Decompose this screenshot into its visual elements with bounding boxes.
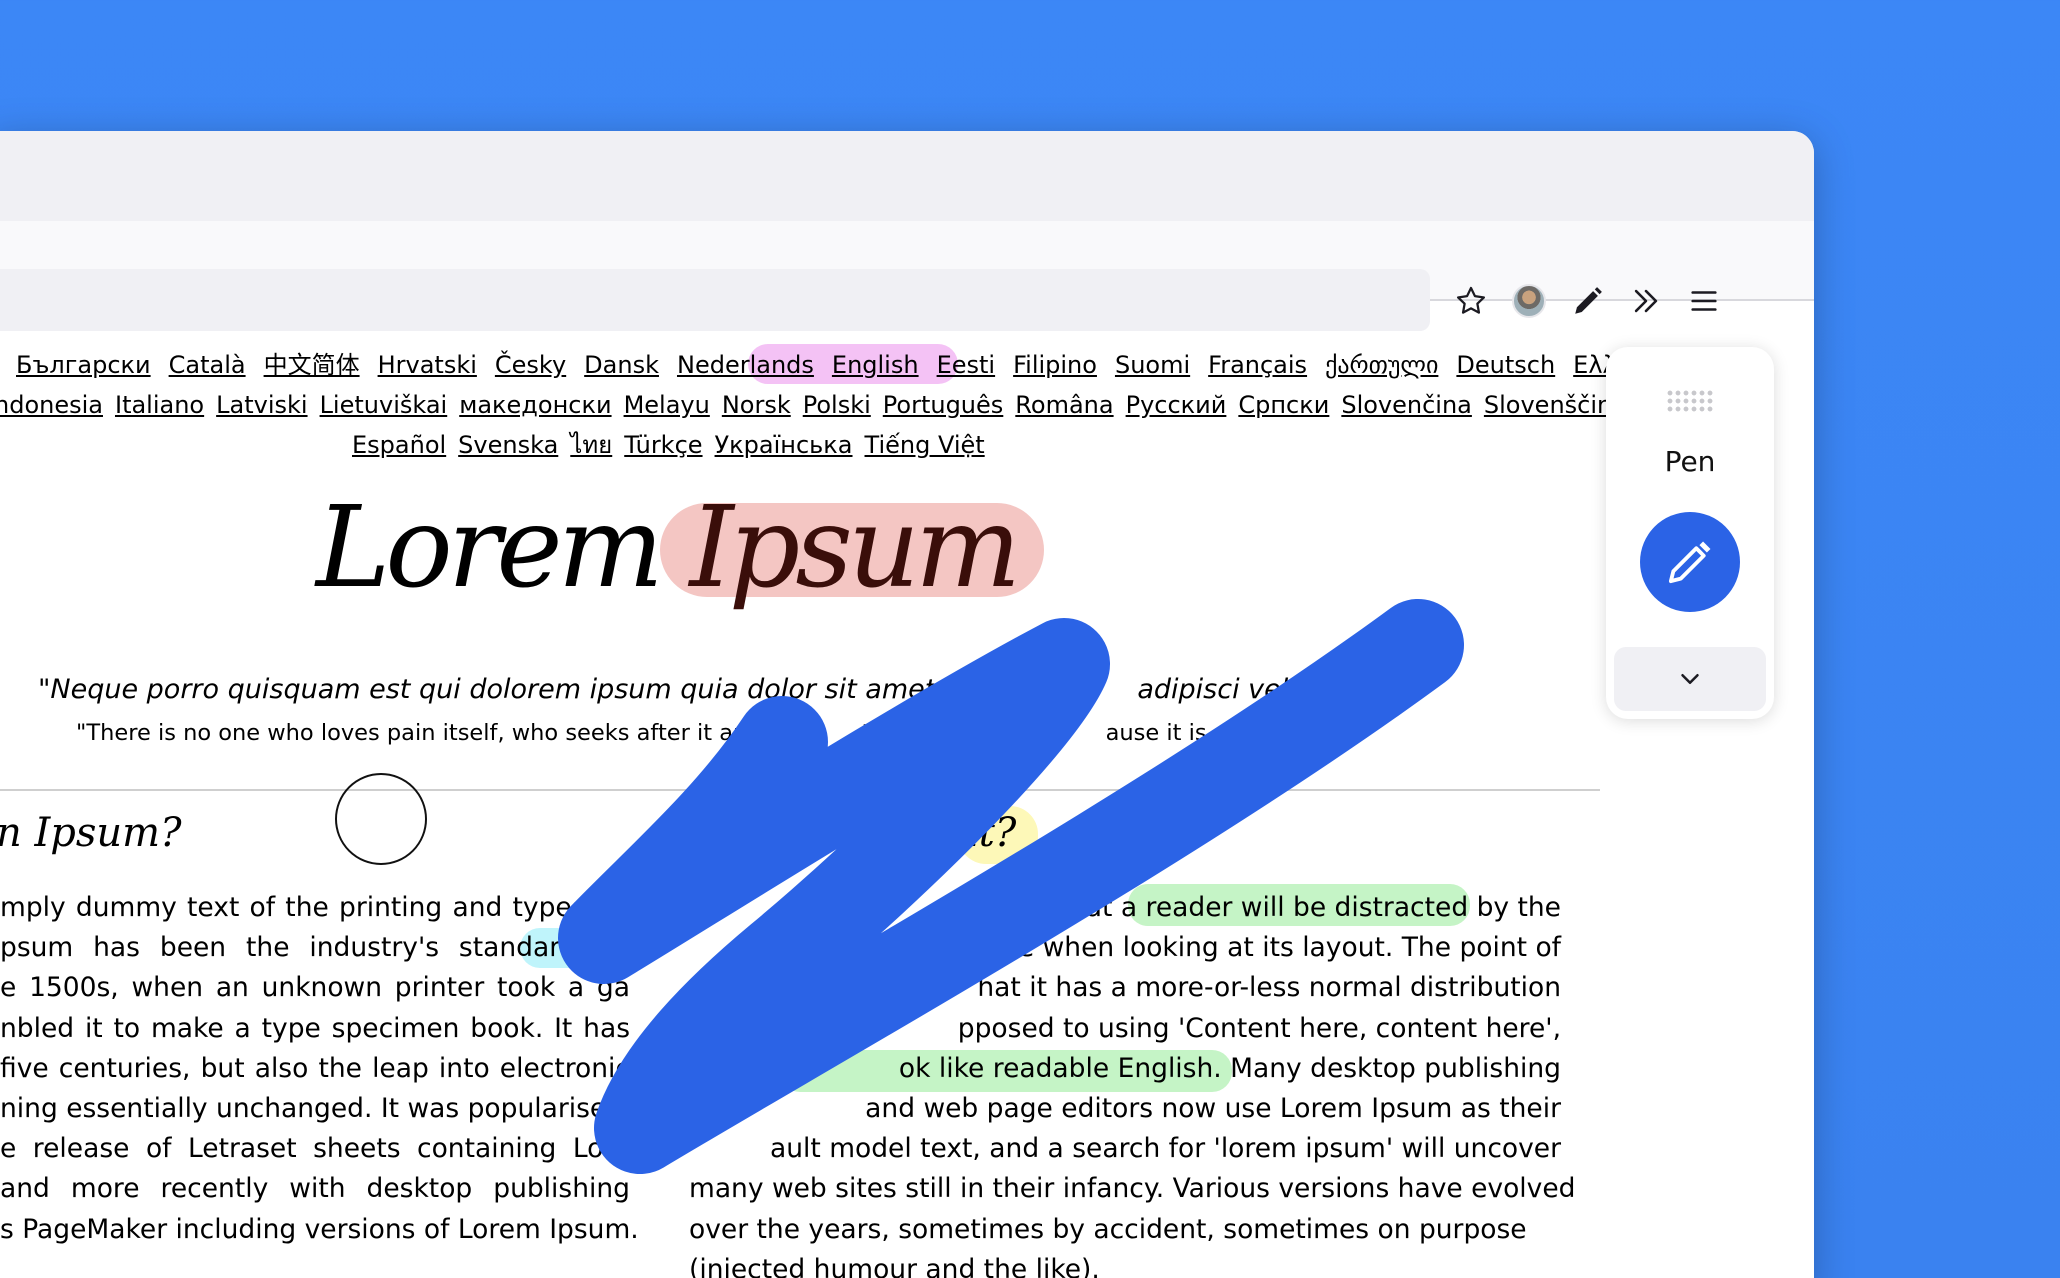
language-link[interactable]: Tiếng Việt <box>865 431 985 459</box>
account-avatar[interactable] <box>1501 273 1557 329</box>
language-link[interactable]: Dansk <box>584 351 659 379</box>
paragraph-line: many web sites still in their infancy. V… <box>689 1169 1575 1209</box>
language-link[interactable]: ქართული <box>1325 351 1438 379</box>
language-link[interactable]: Deutsch <box>1456 351 1555 379</box>
right-column-text: at a reader will be distracted by the e w… <box>689 888 1575 1278</box>
language-link[interactable]: Norsk <box>722 391 791 419</box>
language-link[interactable]: македонски <box>459 391 611 419</box>
paragraph-line: pposed to using 'Content here, content h… <box>689 1009 1561 1049</box>
tab-strip[interactable] <box>0 131 1814 221</box>
bookmark-star-icon[interactable] <box>1443 273 1499 329</box>
paragraph-line: mply dummy text of the printing and type… <box>0 892 630 923</box>
paragraph-line: over the years, sometimes by accident, s… <box>689 1210 1561 1250</box>
line-prefix: us <box>689 972 720 1004</box>
language-link[interactable]: Türkçe <box>624 431 702 459</box>
language-link[interactable]: Svenska <box>458 431 558 459</box>
paragraph-line: (injected humour and the like). <box>689 1250 1561 1278</box>
line-text: ault model text, and a search for 'lorem… <box>769 1133 1561 1165</box>
language-link[interactable]: Français <box>1208 351 1307 379</box>
paragraph-line: five centuries, but also the leap into e… <box>0 1052 630 1084</box>
section-divider <box>0 789 1600 791</box>
paragraph-line: s PageMaker including versions of Lorem … <box>0 1213 639 1245</box>
language-link[interactable]: Български <box>16 351 151 379</box>
language-link[interactable]: Česky <box>495 351 566 379</box>
avatar <box>1512 284 1546 318</box>
line-text: at a reader will be distracted by the <box>1085 892 1561 923</box>
paragraph-line: e release of Letraset sheets containing … <box>0 1133 630 1165</box>
line-text: ok like readable English. Many desktop p… <box>898 1052 1561 1084</box>
language-link[interactable]: Româna <box>1015 391 1113 419</box>
left-column-text: mply dummy text of the printing and type… <box>0 888 639 1250</box>
language-link[interactable]: Eesti <box>937 351 996 379</box>
line-text: pposed to using 'Content here, content h… <box>957 1012 1561 1044</box>
drag-handle-icon[interactable] <box>1666 389 1714 413</box>
paragraph-line: ault model text, and a search for 'lorem… <box>689 1129 1561 1169</box>
line-prefix: s <box>689 1093 703 1125</box>
language-link[interactable]: Русский <box>1126 391 1227 419</box>
language-link[interactable]: Italiano <box>115 391 204 419</box>
pen-label: Pen <box>1664 445 1716 478</box>
quote-latin: "Neque porro quisquam est qui dolorem ip… <box>38 674 1307 705</box>
paragraph-line: e when looking at its layout. The point … <box>689 928 1561 968</box>
language-link[interactable]: Filipino <box>1013 351 1097 379</box>
line-text: e when looking at its layout. The point … <box>1017 932 1561 964</box>
language-link[interactable]: Hrvatski <box>378 351 477 379</box>
language-link[interactable]: Español <box>352 431 446 459</box>
line-text: and web page editors now use Lorem Ipsum… <box>865 1093 1561 1125</box>
language-link[interactable]: Nederlands <box>677 351 814 379</box>
language-link[interactable]: Српски <box>1238 391 1329 419</box>
hamburger-menu-icon[interactable] <box>1676 273 1732 329</box>
language-link[interactable]: ndonesia <box>0 391 103 419</box>
language-link[interactable]: Latviski <box>216 391 307 419</box>
title-ipsum: Ipsum <box>689 483 1021 613</box>
paragraph-line: nbled it to make a type specimen book. I… <box>0 1012 630 1044</box>
line-text: many web sites still in their infancy. V… <box>689 1173 1576 1205</box>
pen-icon[interactable] <box>1560 273 1616 329</box>
language-link[interactable]: Melayu <box>624 391 710 419</box>
title-lorem: Lorem <box>316 483 664 613</box>
language-link[interactable]: Português <box>883 391 1004 419</box>
line-text: over the years, sometimes by accident, s… <box>689 1213 1527 1245</box>
paragraph-line: psum has been the industry's standard du <box>0 932 630 964</box>
language-link[interactable]: Català <box>169 351 246 379</box>
pencil-icon <box>1668 541 1711 584</box>
language-link[interactable]: English <box>832 351 919 379</box>
line-text: (injected humour and the like). <box>689 1253 1100 1278</box>
language-link[interactable]: Slovenčina <box>1341 391 1472 419</box>
eraser-cursor-ring <box>335 773 427 865</box>
language-link[interactable]: Українська <box>715 431 853 459</box>
chevron-down-icon <box>1681 674 1699 684</box>
language-link[interactable]: 中文简体 <box>264 351 360 379</box>
paragraph-line: at a reader will be distracted by the <box>689 888 1561 928</box>
pen-tool-button[interactable] <box>1640 512 1740 612</box>
language-link[interactable]: Lietuviškai <box>320 391 448 419</box>
paragraph-line: us hat it has a more-or-less normal distr… <box>689 968 1561 1008</box>
address-bar[interactable] <box>0 269 1430 331</box>
line-text: hat it has a more-or-less normal distrib… <box>977 972 1561 1004</box>
heading-right: it? <box>966 810 1017 856</box>
language-link[interactable]: Polski <box>803 391 871 419</box>
language-link[interactable]: ไทย <box>570 431 612 459</box>
paragraph-line: and more recently with desktop publishin… <box>0 1173 630 1205</box>
pen-options-expand-button[interactable] <box>1614 647 1766 711</box>
paragraph-line: ok like readable English. Many desktop p… <box>689 1049 1561 1089</box>
paragraph-line: e 1500s, when an unknown printer took a … <box>0 972 630 1004</box>
paragraph-line: ning essentially unchanged. It was popul… <box>0 1093 639 1125</box>
pen-tool-panel: Pen <box>1606 347 1774 719</box>
heading-left: n Ipsum? <box>0 810 182 856</box>
paragraph-line: s and web page editors now use Lorem Ipsu… <box>689 1089 1561 1129</box>
quote-english: "There is no one who loves pain itself, … <box>76 720 1229 746</box>
language-link[interactable]: Suomi <box>1115 351 1190 379</box>
overflow-chevrons-icon[interactable] <box>1618 273 1674 329</box>
page-title: Lorem Ipsum <box>316 478 1021 618</box>
